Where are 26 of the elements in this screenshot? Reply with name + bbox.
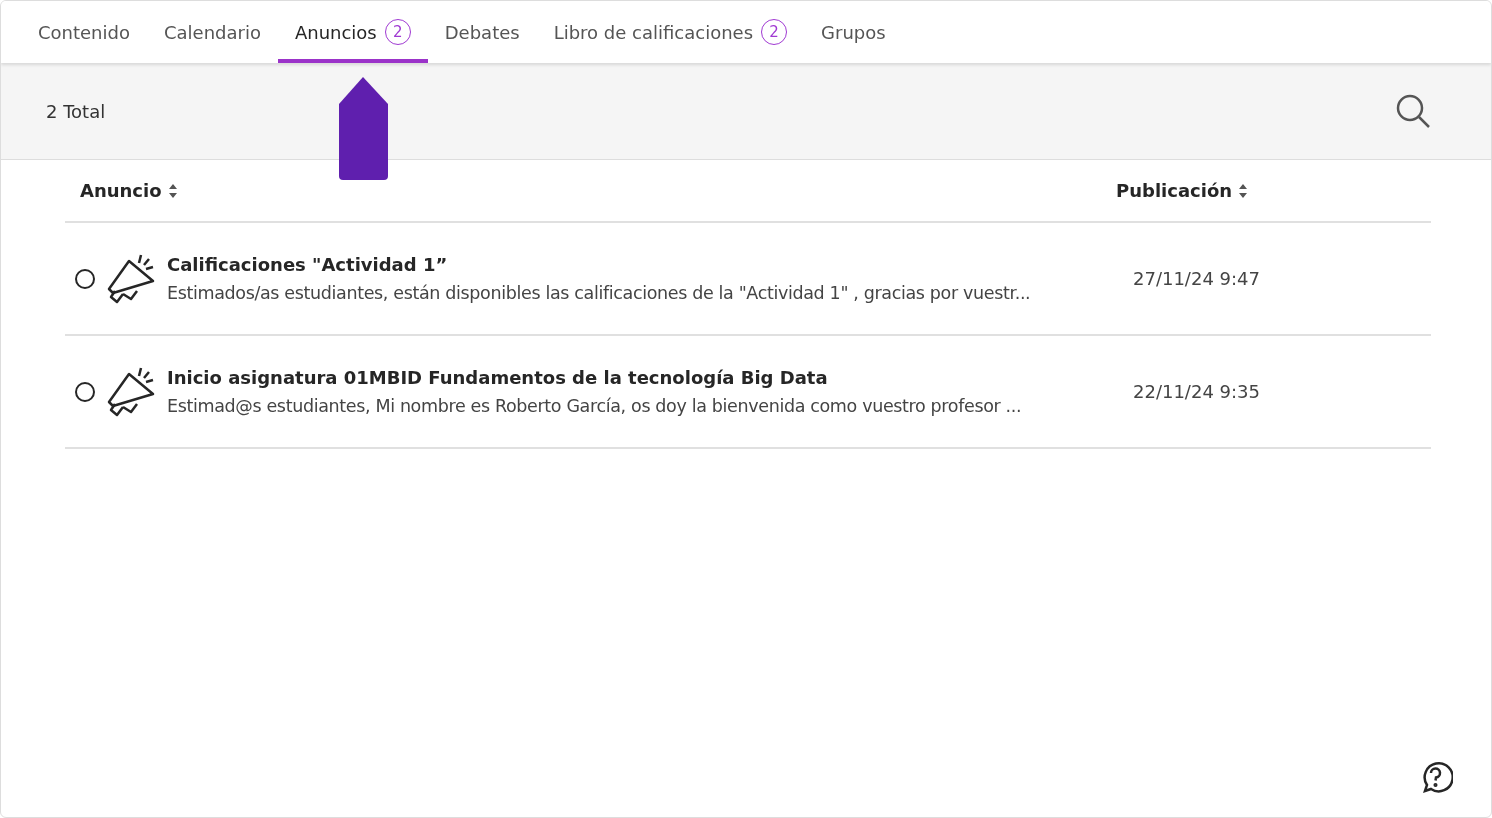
- tab[interactable]: Calendario: [146, 1, 278, 63]
- publication-date: 22/11/24 9:35: [1132, 381, 1261, 402]
- total-count: 2 Total: [46, 100, 106, 122]
- column-header[interactable]: Anuncio: [80, 180, 178, 201]
- radio-button[interactable]: [75, 268, 95, 289]
- tab-label: Contenido: [38, 21, 130, 43]
- announcement-title[interactable]: Inicio asignatura 01MBID Fundamentos de la tecnología Big Data: [167, 367, 1108, 388]
- announcement-preview: Estimados/as estudiantes, están disponibles las calificaciones de la "Actividad 1" , gracias por vuestr...: [167, 283, 1032, 303]
- tab-label: Debates: [444, 21, 520, 43]
- search-button[interactable]: [1395, 93, 1431, 129]
- tab[interactable]: Grupos: [804, 1, 903, 63]
- announcement-title[interactable]: Calificaciones "Actividad 1”: [167, 254, 1108, 275]
- radio-button[interactable]: [75, 381, 95, 402]
- tab-label: Anuncios: [294, 21, 377, 43]
- tab-label: Calendario: [163, 21, 261, 43]
- tab[interactable]: Debates: [427, 1, 537, 63]
- tab[interactable]: Contenido: [21, 1, 147, 63]
- announcement-preview: Estimad@s estudiantes, Mi nombre es Roberto García, os doy la bienvenida como vuestro profesor ...: [167, 396, 1023, 416]
- search-icon: [1395, 93, 1431, 129]
- tab[interactable]: Libro de calificaciones 2: [536, 1, 805, 63]
- sort-icon: [167, 182, 178, 199]
- sort-icon: [1238, 182, 1249, 199]
- column-header[interactable]: Publicación: [1116, 180, 1249, 201]
- tab-label: Grupos: [821, 21, 886, 43]
- publication-date: 27/11/24 9:47: [1132, 268, 1261, 289]
- tab-label: Libro de calificaciones: [553, 21, 754, 43]
